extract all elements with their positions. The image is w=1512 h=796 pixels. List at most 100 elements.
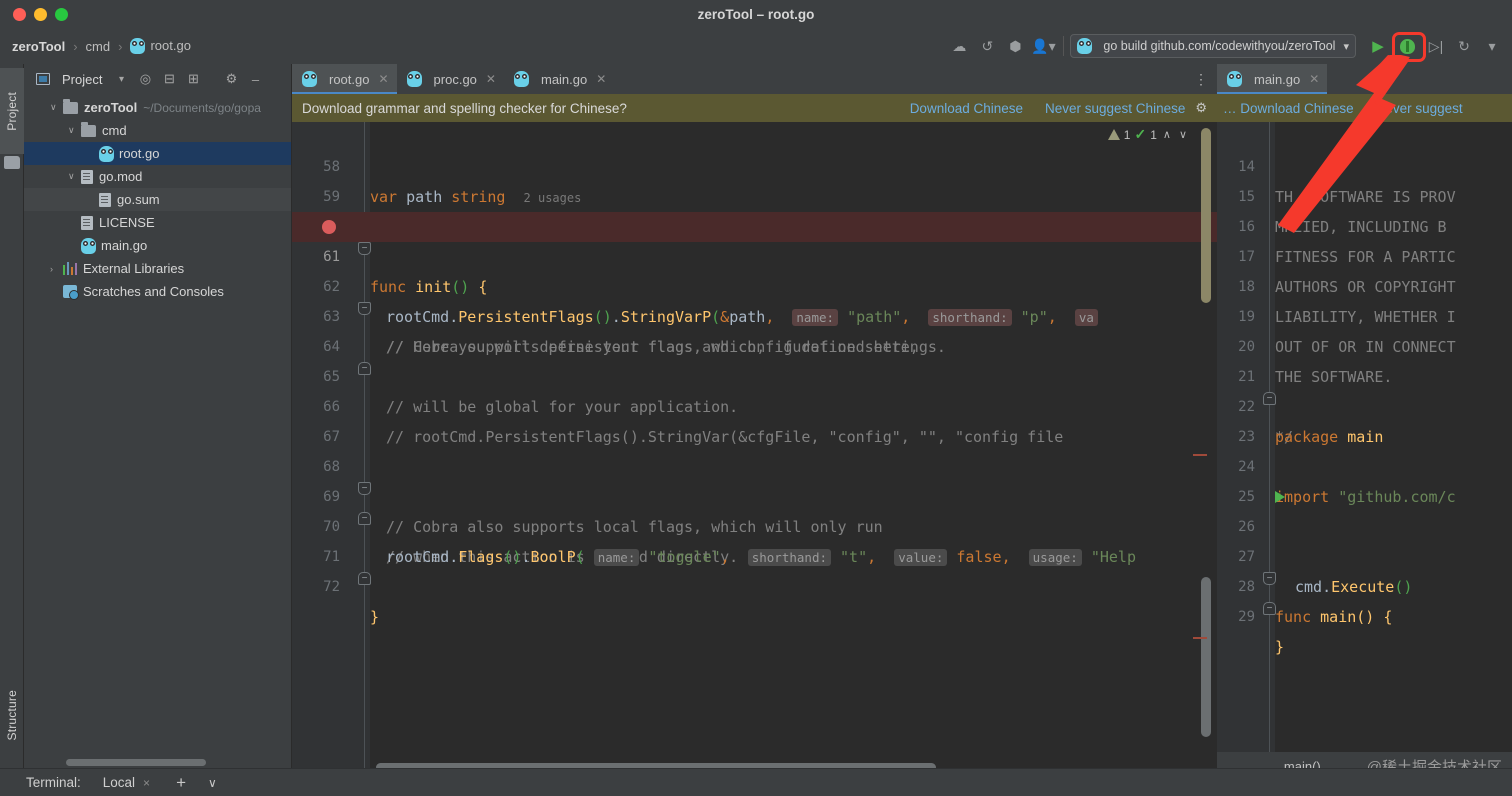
chevron-down-icon[interactable]: ▾ — [1478, 33, 1506, 59]
code-line: 71 − } — [292, 512, 1217, 626]
code-line: 24 import "github.com/c — [1217, 422, 1512, 506]
close-icon[interactable]: ✕ — [596, 72, 606, 86]
tree-item-scratches[interactable]: Scratches and Consoles — [24, 280, 291, 303]
code-line: 26 − func main() { — [1217, 482, 1512, 626]
code-line: 67 — [292, 392, 1217, 445]
hide-icon[interactable]: – — [244, 68, 266, 90]
sidebar-item-structure[interactable]: Structure — [0, 678, 24, 752]
inspection-widget[interactable]: 1 ✓ 1 ∧ ∨ — [1107, 126, 1189, 143]
chevron-down-icon[interactable]: ∨ — [68, 125, 81, 136]
code-editor-right[interactable]: 14 TH SOFTWARE IS PROV 15 MPLIED, INCLUD… — [1217, 122, 1512, 780]
folder-icon[interactable] — [4, 156, 20, 169]
profiler-button[interactable]: ↻ — [1450, 33, 1478, 59]
chevron-down-icon[interactable]: ∨ — [68, 171, 81, 182]
code-line: 18 LIABILITY, WHETHER I — [1217, 242, 1512, 326]
gear-icon[interactable]: ⚙ — [1195, 100, 1207, 116]
settings-icon[interactable]: ⚙ — [220, 68, 242, 90]
run-with-coverage-button[interactable]: ▷| — [1422, 33, 1450, 59]
code-line: 14 TH SOFTWARE IS PROV — [1217, 122, 1512, 206]
tree-item-label: main.go — [101, 238, 148, 253]
expand-all-icon[interactable]: ⊟ — [158, 68, 180, 90]
terminal-tab-local[interactable]: Local × — [103, 775, 150, 790]
collapse-all-icon[interactable]: ⊞ — [182, 68, 204, 90]
tab-overflow-menu-icon[interactable]: ⋮ — [1194, 64, 1209, 94]
update-project-icon[interactable]: ↺ — [973, 33, 1001, 59]
debug-button[interactable] — [1392, 32, 1426, 62]
project-horizontal-scrollbar[interactable] — [66, 759, 206, 766]
tree-item-label: root.go — [119, 146, 160, 161]
sidebar-item-project[interactable]: Project — [0, 68, 24, 154]
tree-item-label: go.mod — [99, 169, 143, 184]
tab-main-go-right[interactable]: main.go ✕ — [1217, 64, 1328, 94]
editor-pane-left: root.go ✕ proc.go ✕ main.go ✕ ⋮ Download… — [292, 64, 1217, 780]
code-editor-left[interactable]: 1 ✓ 1 ∧ ∨ 58 var path string 2 usages 59 — [292, 122, 1217, 780]
chevron-up-icon[interactable]: ∧ — [1161, 128, 1173, 141]
breadcrumb-item-file[interactable]: root.go — [126, 36, 194, 57]
tree-item-cmd[interactable]: ∨ cmd — [24, 119, 291, 142]
code-line: 61 rootCmd.PersistentFlags().StringVarP(… — [292, 212, 1217, 326]
code-line: 64 − // will be global for your applicat… — [292, 302, 1217, 416]
tab-main-go[interactable]: main.go ✕ — [504, 64, 614, 94]
cloud-icon[interactable]: ☁ — [945, 33, 973, 59]
never-suggest-link-right[interactable]: Never suggest — [1376, 101, 1463, 116]
error-stripe-mark[interactable] — [1193, 637, 1207, 639]
chevron-down-icon[interactable]: ∨ — [208, 776, 217, 790]
chevron-down-icon[interactable]: ∨ — [1177, 128, 1189, 141]
go-file-icon — [1077, 38, 1093, 54]
tree-item-label: LICENSE — [99, 215, 155, 230]
editor-scrollbar-left[interactable] — [1193, 122, 1211, 780]
tree-item-root-go[interactable]: root.go — [24, 142, 291, 165]
breadcrumb-separator: › — [118, 38, 123, 54]
tree-item-label: zeroTool — [84, 100, 138, 115]
code-line: 20 THE SOFTWARE. — [1217, 302, 1512, 386]
close-icon[interactable]: ✕ — [486, 72, 496, 86]
tab-proc-go[interactable]: proc.go ✕ — [397, 64, 504, 94]
tree-item-main-go[interactable]: main.go — [24, 234, 291, 257]
account-icon[interactable]: 👤▾ — [1029, 33, 1057, 59]
tree-item-license[interactable]: LICENSE — [24, 211, 291, 234]
run-button[interactable]: ▶ — [1364, 33, 1392, 59]
scrollbar-thumb[interactable] — [1201, 128, 1211, 303]
chevron-right-icon[interactable]: › — [50, 264, 63, 274]
terminal-tab-label: Local — [102, 775, 136, 790]
tree-item-go-sum[interactable]: go.sum — [24, 188, 291, 211]
tree-item-zeroTool[interactable]: ∨ zeroTool ~/Documents/go/gopa — [24, 96, 291, 119]
code-line: 16 FITNESS FOR A PARTIC — [1217, 182, 1512, 266]
tree-item-label: go.sum — [117, 192, 160, 207]
locate-icon[interactable]: ◎ — [134, 68, 156, 90]
code-line: 22 package main — [1217, 362, 1512, 446]
breadcrumb-separator: › — [73, 38, 78, 54]
tree-item-external-libraries[interactable]: › External Libraries — [24, 257, 291, 280]
chevron-down-icon[interactable]: ▾ — [110, 68, 132, 90]
never-suggest-chinese-link[interactable]: Never suggest Chinese — [1045, 101, 1185, 116]
chevron-down-icon[interactable]: ∨ — [50, 102, 63, 113]
error-stripe-mark[interactable] — [1193, 454, 1207, 456]
tree-item-go-mod[interactable]: ∨ go.mod — [24, 165, 291, 188]
code-line: 70 rootCmd.Flags().BoolP( name: "toggle"… — [292, 482, 1217, 566]
download-chinese-link-right[interactable]: … Download Chinese — [1223, 101, 1354, 116]
tab-label: proc.go — [433, 71, 477, 87]
folder-icon — [63, 98, 78, 114]
package-icon[interactable]: ⬢ — [1001, 33, 1029, 59]
project-view-icon[interactable] — [32, 68, 54, 90]
close-icon[interactable]: ✕ — [378, 72, 388, 86]
download-chinese-link[interactable]: Download Chinese — [910, 101, 1023, 116]
breadcrumb: zeroTool › cmd › root.go — [0, 36, 195, 57]
scrollbar-thumb[interactable] — [1201, 577, 1211, 737]
tab-root-go[interactable]: root.go ✕ — [292, 64, 397, 94]
chevron-down-icon[interactable]: ▾ — [1343, 40, 1349, 53]
tab-label: main.go — [540, 71, 588, 87]
navigation-bar: zeroTool › cmd › root.go ☁ ↺ ⬢ 👤▾ go bui… — [0, 28, 1512, 64]
tree-item-path: ~/Documents/go/gopa — [143, 100, 261, 115]
fold-toggle-icon[interactable]: − — [358, 572, 371, 585]
breakpoint-icon[interactable] — [322, 220, 336, 234]
breadcrumb-file-label: root.go — [150, 37, 191, 53]
close-icon[interactable]: ✕ — [1309, 72, 1319, 86]
close-icon[interactable]: × — [143, 776, 150, 790]
run-gutter-icon[interactable] — [1275, 491, 1285, 503]
add-terminal-icon[interactable]: + — [176, 773, 186, 793]
breadcrumb-item-cmd[interactable]: cmd — [82, 37, 115, 56]
run-configuration-selector[interactable]: go build github.com/codewithyou/zeroTool… — [1070, 34, 1356, 58]
breadcrumb-item-project[interactable]: zeroTool — [8, 37, 69, 56]
title-bar: zeroTool – root.go — [0, 0, 1512, 28]
